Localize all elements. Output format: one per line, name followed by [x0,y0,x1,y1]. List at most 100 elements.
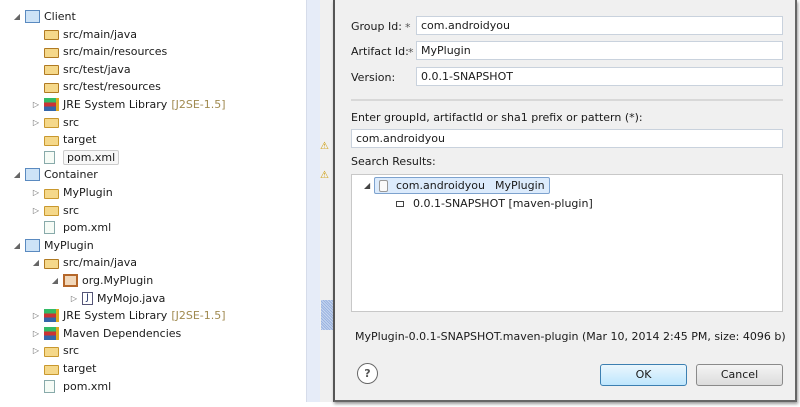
xml-file-icon [44,150,55,164]
tree-item[interactable]: src/main/java [31,26,137,43]
artifact-id-label: Artifact Id: [351,45,409,58]
select-dependency-dialog: Group Id: * com.androidyou Artifact Id: … [333,0,797,402]
tree-item-label: pom.xml [63,379,112,393]
folder-icon [44,188,59,199]
explorer-scrollbar[interactable] [306,0,320,402]
source-folder-icon [44,258,59,269]
result-group: com.androidyou [396,179,485,192]
tree-item[interactable]: ◢ Container [12,166,98,183]
tree-item[interactable]: ▷ J MyMojo.java [69,290,165,307]
artifact-id-input[interactable]: MyPlugin [416,41,783,60]
tree-item-label: Container [44,168,98,182]
library-icon [44,326,59,340]
tree-item-label: JRE System Library [63,309,168,323]
help-icon[interactable]: ? [357,363,378,384]
search-input[interactable]: com.androidyou [351,129,783,148]
collapse-arrow-icon[interactable]: ◢ [31,258,41,267]
tree-item[interactable]: target [31,360,96,377]
source-folder-icon [44,82,59,93]
version-label: Version: [351,71,396,84]
group-id-input[interactable]: com.androidyou [416,16,783,35]
group-id-label: Group Id: [351,20,402,33]
tree-item-decoration: [J2SE-1.5] [171,309,226,323]
version-input[interactable]: 0.0.1-SNAPSHOT [416,67,783,86]
expand-arrow-icon[interactable]: ▷ [31,329,41,338]
tree-item[interactable]: pom.xml [31,378,111,395]
tree-item-label: target [63,133,97,147]
expand-toggle[interactable]: ◢ [364,181,370,190]
tree-item[interactable]: ◢ src/main/java [31,254,137,271]
folder-icon [44,135,59,146]
library-icon [44,309,59,323]
tree-item[interactable]: target [31,131,96,148]
tree-item-label: MyPlugin [44,238,94,252]
version-icon [396,200,404,207]
expand-arrow-icon[interactable]: ▷ [31,346,41,355]
tree-item-label: src/main/java [63,256,138,270]
java-file-icon: J [82,291,93,305]
tree-item-label: target [63,362,97,375]
tree-item-decoration: [J2SE-1.5] [171,98,226,111]
xml-file-icon [44,379,55,393]
folder-icon [44,206,59,217]
collapse-arrow-icon[interactable]: ◢ [50,276,60,285]
tree-item[interactable]: pom.xml [31,149,120,166]
tree-item[interactable]: src/test/resources [31,78,161,95]
tree-item[interactable]: src/main/resources [31,43,167,60]
tree-item-label: JRE System Library [63,98,168,111]
tree-item[interactable]: ▷ JRE System Library [J2SE-1.5] [31,96,226,113]
expand-arrow-icon[interactable]: ▷ [31,188,41,197]
jar-icon [379,179,388,192]
collapse-arrow-icon[interactable]: ◢ [12,12,22,21]
cancel-button[interactable]: Cancel [696,364,783,386]
result-artifact: MyPlugin [494,179,545,192]
tree-item[interactable]: ▷ JRE System Library [J2SE-1.5] [31,307,226,324]
tree-item[interactable]: ▷ Maven Dependencies [31,325,181,342]
package-explorer: ◢ Client src/main/java src/main/resources sr… [0,0,306,402]
tree-item[interactable]: ◢ MyPlugin [12,237,94,254]
result-version-row[interactable]: 0.0.1-SNAPSHOT [maven-plugin] [396,195,593,212]
tree-item-label: src [63,344,80,358]
tree-item-label: Client [44,10,76,23]
collapse-arrow-icon[interactable]: ◢ [12,241,22,250]
tree-item[interactable]: ▷ src [31,342,79,359]
xml-file-icon [44,221,55,235]
tree-item[interactable]: ◢ org.MyPlugin [50,272,153,289]
tree-item[interactable]: src/test/java [31,61,131,78]
expand-arrow-icon[interactable]: ▷ [69,294,79,303]
maven-project-icon [25,168,40,182]
tree-item[interactable]: pom.xml [31,219,111,236]
result-artifact-row[interactable]: com.androidyou MyPlugin [374,177,550,194]
library-icon [44,98,59,111]
expand-arrow-icon[interactable]: ▷ [31,100,41,109]
tree-item[interactable]: ▷ src [31,114,79,131]
ok-button[interactable]: OK [600,364,687,386]
editor-gutter: ⚠ ⚠ [320,0,334,402]
tree-item-label: org.MyPlugin [82,274,154,287]
source-folder-icon [44,30,59,41]
expand-arrow-icon[interactable]: ▷ [31,311,41,320]
tree-item-label: pom.xml [63,149,120,165]
search-results-tree[interactable]: ◢ com.androidyou MyPlugin 0.0.1-SNAPSHOT… [351,174,783,312]
tree-item-label: src [63,115,80,129]
collapse-arrow-icon[interactable]: ◢ [12,170,22,179]
required-mark: * [405,21,411,34]
expand-arrow-icon[interactable]: ▷ [31,118,41,127]
separator [351,99,783,101]
tree-item-label: src/main/resources [63,45,168,59]
tree-item[interactable]: ▷ MyPlugin [31,184,113,201]
result-version: 0.0.1-SNAPSHOT [maven-plugin] [413,197,593,210]
tree-item-label: MyPlugin [63,186,113,199]
tree-item-label: Maven Dependencies [63,326,182,340]
expand-arrow-icon[interactable]: ▷ [31,206,41,215]
folder-icon [44,346,59,357]
tree-item-label: src/main/java [63,27,138,41]
tree-item-label: src/test/java [63,62,131,76]
required-mark: * [408,46,414,59]
tree-item[interactable]: ◢ Client [12,8,76,25]
tree-item-label: MyMojo.java [97,291,166,305]
tree-item[interactable]: ▷ src [31,202,79,219]
tree-item-label: pom.xml [63,221,112,235]
source-folder-icon [44,47,59,58]
source-folder-icon [44,65,59,76]
